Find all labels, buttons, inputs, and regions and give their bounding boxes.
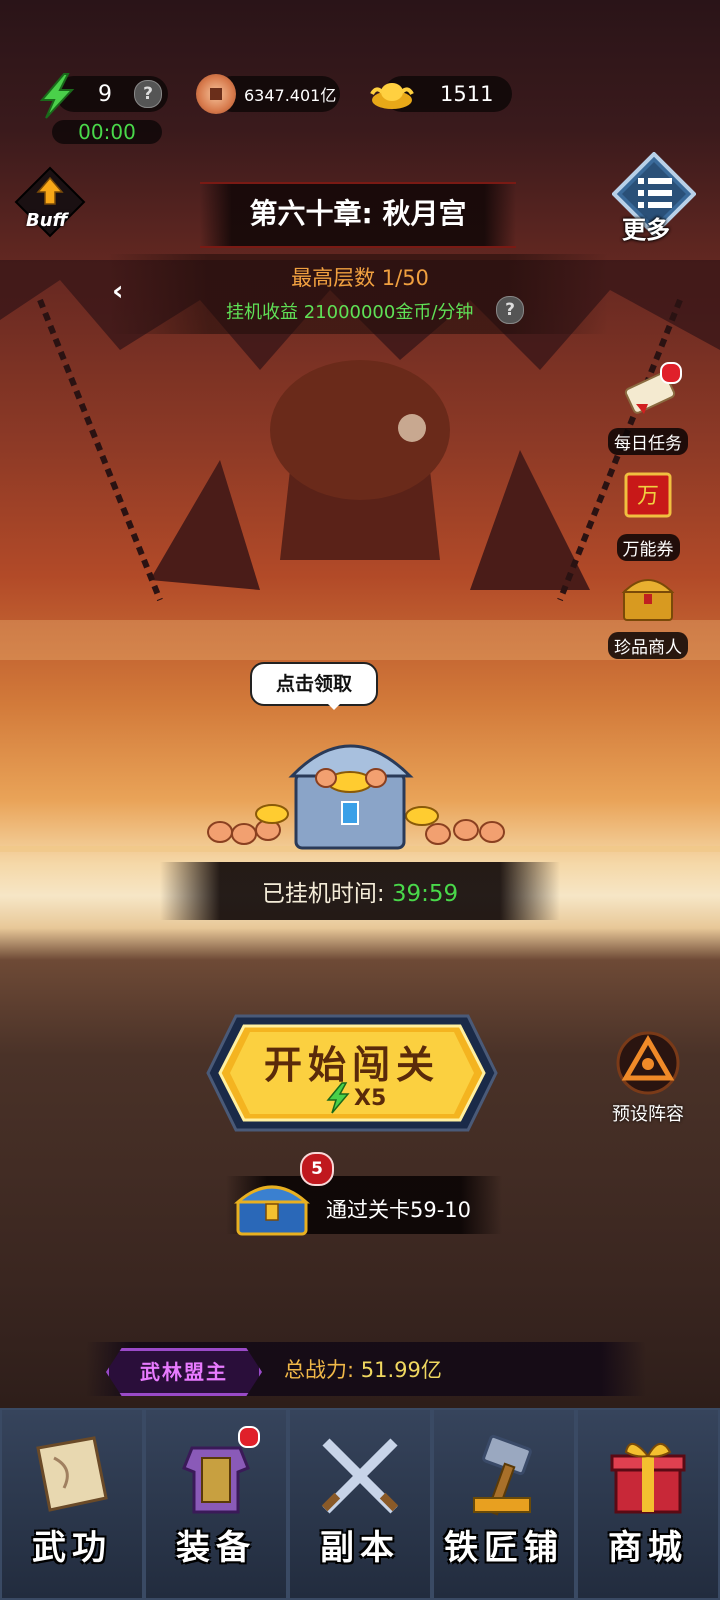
nav-blacksmith-label: 铁匠铺	[444, 1528, 564, 1568]
total-power-value: 51.99亿	[360, 1358, 442, 1382]
bottom-navigation: 武功 装备 副本 铁匠铺 商城	[0, 1408, 720, 1600]
side-voucher-label: 万能券	[616, 534, 680, 561]
chapter-title: 第六十章: 秋月宫	[200, 182, 516, 248]
gold-value: 1511	[440, 82, 494, 106]
svg-text:万: 万	[637, 484, 659, 509]
energy-bolt-icon	[39, 73, 75, 119]
side-daily-tasks-button[interactable]: 每日任务	[598, 364, 698, 455]
total-power: 总战力: 51.99亿	[284, 1354, 442, 1384]
crossed-swords-icon	[321, 1438, 399, 1514]
idle-time-label: 已挂机时间:	[261, 881, 385, 907]
copper-coin-icon	[196, 74, 236, 114]
idle-time-text: 已挂机时间: 39:59	[0, 874, 720, 908]
buff-label: Buff	[26, 210, 68, 231]
gift-box-icon	[610, 1443, 686, 1514]
start-energy-cost: X5	[354, 1086, 387, 1111]
claim-hint-bubble: 点击领取	[250, 662, 378, 710]
start-challenge-label: 开始闯关	[263, 1042, 440, 1087]
side-treasure-merchant-label: 珍品商人	[608, 632, 688, 659]
title-badge[interactable]: 武林盟主	[106, 1348, 262, 1396]
energy-timer: 00:00	[52, 120, 162, 144]
energy-help-icon[interactable]: ?	[134, 80, 162, 108]
nav-dungeon-label: 副本	[320, 1528, 400, 1568]
nav-dungeon[interactable]: 副本	[288, 1408, 432, 1600]
buff-button[interactable]: Buff	[12, 164, 88, 240]
preset-lineup-button[interactable]: 预设阵容	[602, 1030, 694, 1126]
triangle-emblem-icon	[616, 1031, 680, 1095]
idle-income-text: 挂机收益 21000000金币/分钟	[226, 302, 474, 323]
side-voucher-button[interactable]: 万 万能券	[598, 470, 698, 561]
stage-reward-text: 通过关卡59-10	[326, 1198, 472, 1222]
scroll-icon	[36, 1436, 108, 1512]
nav-shop-label: 商城	[608, 1528, 688, 1568]
total-power-label: 总战力:	[284, 1358, 355, 1382]
daily-tasks-alert-dot	[660, 362, 682, 384]
gold-chest-icon	[621, 579, 675, 621]
reward-count-badge: 5	[300, 1152, 334, 1186]
hammer-icon	[473, 1434, 532, 1516]
voucher-ticket-icon: 万	[624, 472, 672, 518]
equipment-alert-dot	[238, 1426, 260, 1448]
best-floor-text: 最高层数 1/50	[291, 266, 429, 290]
nav-blacksmith[interactable]: 铁匠铺	[432, 1408, 576, 1600]
income-help-icon[interactable]: ?	[496, 296, 524, 324]
side-treasure-merchant-button[interactable]: 珍品商人	[598, 568, 698, 659]
nav-martial-arts[interactable]: 武功	[0, 1408, 144, 1600]
more-label: 更多	[622, 216, 670, 244]
nav-equipment-label: 装备	[176, 1528, 256, 1568]
copper-value: 6347.401亿	[244, 86, 337, 105]
preset-lineup-label: 预设阵容	[612, 1104, 684, 1125]
more-menu-button[interactable]: 更多	[611, 151, 697, 248]
side-daily-tasks-label: 每日任务	[608, 428, 688, 455]
nav-shop[interactable]: 商城	[576, 1408, 720, 1600]
nav-martial-arts-label: 武功	[32, 1528, 112, 1568]
idle-time-value: 39:59	[391, 881, 459, 907]
blue-treasure-chest-icon	[234, 1185, 310, 1236]
energy-value: 9	[98, 81, 112, 107]
idle-reward-chest[interactable]	[200, 720, 510, 860]
gold-ingot-icon	[370, 83, 414, 109]
start-challenge-button[interactable]: 开始闯关 X5	[206, 1012, 498, 1134]
energy-cost-bolt-icon	[326, 1082, 350, 1114]
nav-equipment[interactable]: 装备	[144, 1408, 288, 1600]
